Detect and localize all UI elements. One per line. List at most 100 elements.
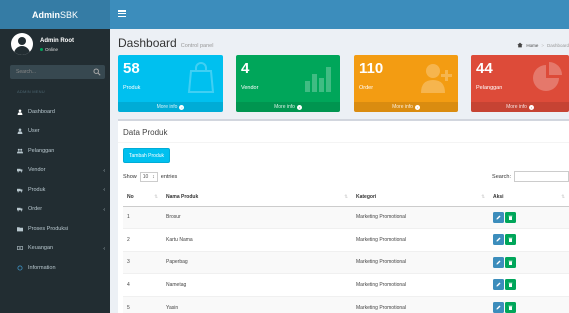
sidebar-toggle-icon[interactable]	[118, 10, 126, 17]
trash-icon	[508, 238, 513, 243]
sort-icon: ⇅	[154, 194, 158, 199]
sidebar-item-produk[interactable]: Produk ‹	[0, 180, 110, 200]
cell-aksi	[489, 228, 569, 251]
cell-no: 4	[123, 273, 162, 296]
stat-more-info-link[interactable]: More info ›	[236, 102, 340, 112]
sidebar-item-label: Vendor	[28, 167, 46, 174]
circle-icon	[17, 265, 23, 271]
column-header-no[interactable]: No ⇅	[123, 188, 162, 207]
table-row: 2 Kartu Nama Marketing Promotional	[123, 228, 569, 251]
table-row: 4 Nametag Marketing Promotional	[123, 273, 569, 296]
stat-label: Vendor	[241, 85, 259, 91]
column-header-aksi[interactable]: Aksi ⇅	[489, 188, 569, 207]
chevron-left-icon: ‹	[103, 187, 105, 193]
trash-icon	[508, 215, 513, 220]
stat-footer-label: More info	[274, 104, 295, 110]
table-search: Search:	[492, 171, 569, 182]
cell-aksi	[489, 250, 569, 274]
cell-no: 3	[123, 250, 162, 274]
stat-box-order: 110 Order More info ›	[354, 55, 458, 112]
stat-more-info-link[interactable]: More info ›	[471, 102, 569, 112]
stat-label: Produk	[123, 85, 141, 91]
stat-value: 58	[123, 60, 140, 77]
stat-value: 44	[476, 60, 493, 77]
sidebar-item-user[interactable]: User	[0, 122, 110, 142]
edit-button[interactable]	[493, 256, 504, 268]
box-title: Data Produk	[123, 128, 168, 137]
divider	[118, 142, 569, 143]
entries-value: 10	[142, 174, 149, 180]
stat-footer-label: More info	[506, 104, 527, 110]
table-search-input[interactable]	[514, 171, 569, 182]
delete-button[interactable]	[505, 234, 516, 246]
breadcrumb-active: Dashboard	[546, 42, 569, 48]
cell-aksi	[489, 273, 569, 296]
user-panel: Admin Root Online	[0, 29, 110, 62]
sidebar-item-pelanggan[interactable]: Pelanggan	[0, 141, 110, 161]
column-header-nama-produk[interactable]: Nama Produk ⇅	[162, 188, 352, 207]
edit-button[interactable]	[493, 211, 504, 223]
cell-nama-produk: Nametag	[162, 273, 352, 296]
pie-chart-icon	[533, 62, 562, 91]
stat-more-info-link[interactable]: More info ›	[354, 102, 458, 112]
sidebar-search-input[interactable]	[10, 65, 90, 79]
stat-value: 4	[241, 60, 250, 77]
sidebar-item-order[interactable]: Order ‹	[0, 200, 110, 220]
add-product-button[interactable]: Tambah Produk	[123, 148, 171, 163]
logo-light: SBK	[59, 9, 78, 20]
cell-kategori: Marketing Promotional	[352, 295, 489, 313]
truck-icon	[17, 187, 23, 193]
sidebar-item-dashboard[interactable]: Dashboard	[0, 102, 110, 122]
table-row: 1 Brosur Marketing Promotional	[123, 205, 569, 229]
edit-button[interactable]	[493, 279, 504, 291]
delete-button[interactable]	[505, 302, 516, 313]
edit-button[interactable]	[493, 302, 504, 313]
delete-button[interactable]	[505, 211, 516, 223]
stat-more-info-link[interactable]: More info ›	[118, 102, 223, 112]
delete-button[interactable]	[505, 279, 516, 291]
shopping-bag-icon	[187, 62, 215, 93]
arrow-circle-right-icon: ›	[528, 104, 534, 110]
data-produk-box: Data Produk Tambah Produk Show 10 ↕ entri…	[118, 119, 569, 313]
sidebar-menu: Dashboard User Pelanggan Vendor ‹ Produk…	[0, 102, 110, 278]
sidebar-item-vendor[interactable]: Vendor ‹	[0, 161, 110, 181]
page-title: Dashboard	[118, 36, 177, 50]
sidebar-item-keuangan[interactable]: Keuangan ‹	[0, 239, 110, 259]
cell-aksi	[489, 295, 569, 313]
delete-button[interactable]	[505, 256, 516, 268]
stat-label: Pelanggan	[476, 85, 503, 91]
produk-table: No ⇅ Nama Produk ⇅ Kategori ⇅ Aksi ⇅ 1 Brosu…	[123, 188, 569, 313]
cell-nama-produk: Kartu Nama	[162, 228, 352, 251]
arrow-circle-right-icon: ›	[414, 104, 420, 110]
trash-icon	[508, 260, 513, 265]
top-navbar	[110, 0, 569, 29]
stat-footer-label: More info	[392, 104, 413, 110]
sidebar-item-label: Pelanggan	[28, 147, 55, 154]
breadcrumb-home[interactable]: Home	[526, 43, 538, 48]
sidebar-item-information[interactable]: Information	[0, 258, 110, 278]
cell-kategori: Marketing Promotional	[352, 273, 489, 296]
stat-box-pelanggan: 44 Pelanggan More info ›	[471, 55, 569, 112]
sidebar-item-proses-produksi[interactable]: Proses Produksi	[0, 219, 110, 239]
entries-label: entries	[160, 174, 178, 180]
trash-icon	[508, 305, 513, 310]
edit-button[interactable]	[493, 234, 504, 246]
chevron-left-icon: ‹	[103, 167, 105, 174]
search-icon[interactable]	[93, 68, 101, 76]
stat-label: Order	[359, 85, 374, 91]
table-search-label: Search:	[492, 173, 511, 180]
pencil-icon	[496, 305, 501, 310]
user-status: Online	[40, 47, 58, 52]
arrow-circle-right-icon: ›	[179, 104, 185, 110]
stat-box-vendor: 4 Vendor More info ›	[236, 55, 340, 112]
app-logo[interactable]: Admin SBK	[0, 0, 110, 29]
sidebar: Admin Root Online ADMIN MENU Dashboard U…	[0, 29, 110, 313]
cell-no: 2	[123, 228, 162, 251]
column-header-kategori[interactable]: Kategori ⇅	[352, 188, 489, 207]
bar-chart-icon	[305, 67, 331, 92]
users-icon	[17, 148, 23, 154]
entries-select[interactable]: 10 ↕	[139, 172, 158, 182]
sort-icon: ⇅	[344, 194, 348, 199]
sidebar-item-label: User	[28, 128, 40, 135]
cell-nama-produk: Paperbag	[162, 250, 352, 274]
